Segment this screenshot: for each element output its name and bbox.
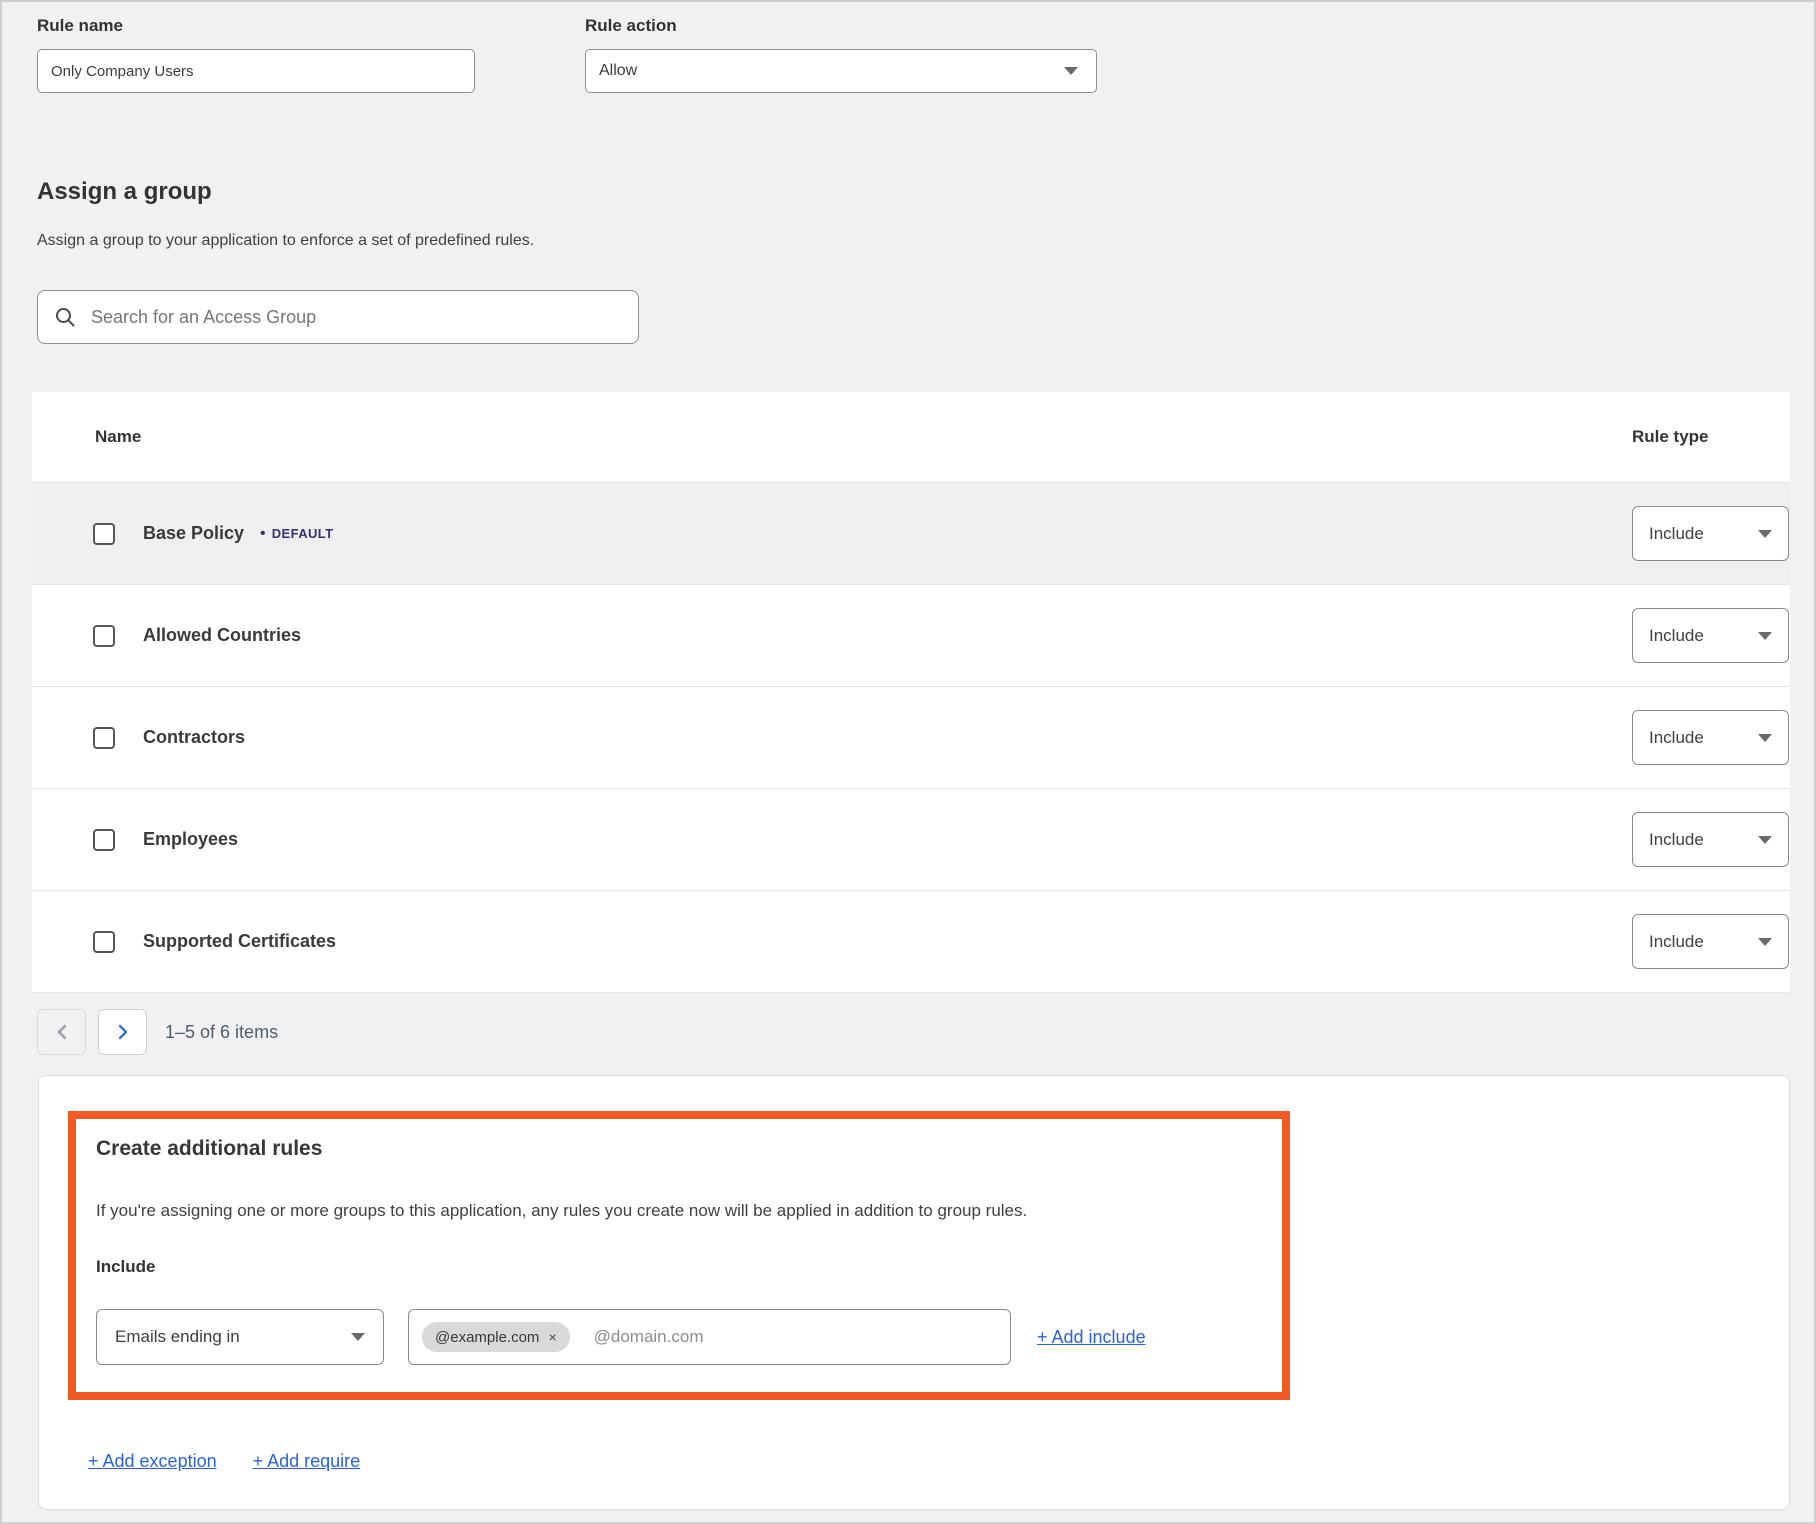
search-icon xyxy=(54,306,76,328)
highlight-annotation-box: Create additional rules If you're assign… xyxy=(68,1111,1290,1400)
rule-action-value: Allow xyxy=(599,62,637,80)
chevron-down-icon xyxy=(1758,632,1772,640)
rule-name-field: Rule name xyxy=(37,16,475,93)
group-name: Base Policy xyxy=(143,523,244,544)
chevron-down-icon xyxy=(1758,734,1772,742)
chevron-down-icon xyxy=(1064,67,1078,75)
add-include-link[interactable]: + Add include xyxy=(1037,1327,1146,1348)
column-header-rule-type: Rule type xyxy=(1632,427,1790,447)
rule-form: Rule name Rule action Allow xyxy=(37,16,1097,93)
group-name: Employees xyxy=(143,829,238,850)
row-checkbox[interactable] xyxy=(93,523,115,545)
group-name: Contractors xyxy=(143,727,245,748)
rule-action-select[interactable]: Allow xyxy=(585,49,1097,93)
table-row: Base Policy • DEFAULT Include xyxy=(32,483,1790,585)
rule-action-label: Rule action xyxy=(585,16,1097,36)
include-rule-controls: Emails ending in @example.com × + Add in… xyxy=(96,1309,1262,1365)
table-row: Contractors Include xyxy=(32,687,1790,789)
column-header-name: Name xyxy=(32,427,1632,447)
domain-text-input[interactable] xyxy=(592,1326,997,1348)
default-badge: • DEFAULT xyxy=(260,525,333,542)
table-header: Name Rule type xyxy=(32,392,1790,483)
table-row: Employees Include xyxy=(32,789,1790,891)
pagination: 1–5 of 6 items xyxy=(37,1009,278,1055)
table-row: Allowed Countries Include xyxy=(32,585,1790,687)
chevron-down-icon xyxy=(351,1333,365,1341)
rule-type-select[interactable]: Include xyxy=(1632,506,1789,561)
row-checkbox[interactable] xyxy=(93,727,115,749)
rule-type-select[interactable]: Include xyxy=(1632,608,1789,663)
access-rule-page: Rule name Rule action Allow Assign a gro… xyxy=(0,0,1816,1524)
chevron-down-icon xyxy=(1758,836,1772,844)
email-domain-chip: @example.com × xyxy=(422,1322,570,1352)
add-exception-link[interactable]: + Add exception xyxy=(88,1451,217,1472)
rule-selector-select[interactable]: Emails ending in xyxy=(96,1309,384,1365)
assign-group-description: Assign a group to your application to en… xyxy=(37,232,639,250)
additional-rules-card: Create additional rules If you're assign… xyxy=(38,1075,1790,1510)
rule-action-field: Rule action Allow xyxy=(585,16,1097,93)
search-input[interactable] xyxy=(89,306,622,329)
chip-close-icon[interactable]: × xyxy=(548,1330,556,1344)
additional-rules-heading: Create additional rules xyxy=(96,1137,1262,1161)
pagination-status: 1–5 of 6 items xyxy=(165,1022,278,1043)
assign-group-heading: Assign a group xyxy=(37,178,639,206)
access-groups-table: Name Rule type Base Policy • DEFAULT Inc… xyxy=(32,392,1790,993)
additional-rules-description: If you're assigning one or more groups t… xyxy=(96,1201,1262,1221)
include-label: Include xyxy=(96,1257,1262,1277)
rule-footer-links: + Add exception + Add require xyxy=(88,1451,360,1472)
email-domain-input[interactable]: @example.com × xyxy=(408,1309,1011,1365)
rule-name-label: Rule name xyxy=(37,16,475,36)
next-page-button[interactable] xyxy=(98,1009,147,1055)
rule-selector-value: Emails ending in xyxy=(115,1327,240,1347)
access-group-search[interactable] xyxy=(37,290,639,344)
chevron-right-icon xyxy=(117,1024,129,1040)
assign-group-section: Assign a group Assign a group to your ap… xyxy=(37,178,639,344)
table-row: Supported Certificates Include xyxy=(32,891,1790,993)
rule-type-select[interactable]: Include xyxy=(1632,914,1789,969)
group-name: Supported Certificates xyxy=(143,931,336,952)
row-checkbox[interactable] xyxy=(93,931,115,953)
group-name: Allowed Countries xyxy=(143,625,301,646)
rule-type-select[interactable]: Include xyxy=(1632,812,1789,867)
chevron-down-icon xyxy=(1758,530,1772,538)
rule-type-select[interactable]: Include xyxy=(1632,710,1789,765)
row-checkbox[interactable] xyxy=(93,829,115,851)
badge-bullet: • xyxy=(260,525,266,542)
prev-page-button[interactable] xyxy=(37,1009,86,1055)
chevron-left-icon xyxy=(56,1024,68,1040)
chevron-down-icon xyxy=(1758,938,1772,946)
row-checkbox[interactable] xyxy=(93,625,115,647)
rule-name-input[interactable] xyxy=(37,49,475,93)
add-require-link[interactable]: + Add require xyxy=(253,1451,361,1472)
